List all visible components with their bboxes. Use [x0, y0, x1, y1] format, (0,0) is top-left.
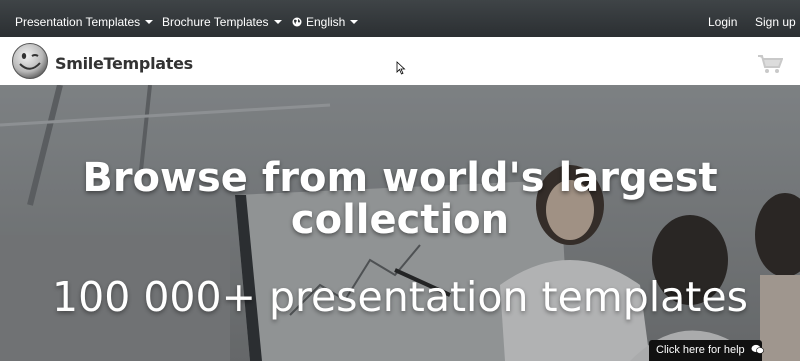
brochure-templates-label: Brochure Templates	[162, 15, 269, 29]
top-navbar: Presentation Templates Brochure Template…	[0, 0, 800, 37]
mouse-cursor-icon	[396, 61, 406, 75]
globe-icon	[292, 17, 302, 27]
hero-subtitle: 100 000+ presentation templates	[52, 273, 748, 321]
language-dropdown[interactable]: English	[292, 0, 359, 37]
presentation-templates-dropdown[interactable]: Presentation Templates	[15, 0, 154, 37]
signup-link[interactable]: Sign up	[755, 0, 796, 37]
cart-icon[interactable]	[757, 54, 783, 74]
signup-label: Sign up	[755, 15, 796, 29]
presentation-templates-label: Presentation Templates	[15, 15, 141, 29]
smiley-logo-icon	[12, 43, 48, 79]
help-chat-button[interactable]: Click here for help	[649, 340, 764, 361]
login-link[interactable]: Login	[708, 0, 737, 37]
brochure-templates-dropdown[interactable]: Brochure Templates	[162, 0, 282, 37]
login-label: Login	[708, 15, 738, 29]
header-bar: SmileTemplates	[0, 37, 800, 85]
brand-logo-link[interactable]: SmileTemplates	[11, 42, 193, 80]
help-label: Click here for help	[656, 344, 745, 356]
chat-icon	[751, 344, 764, 354]
caret-down-icon	[145, 20, 154, 24]
hero-title: Browse from world's largest collection	[82, 155, 718, 243]
brand-name: SmileTemplates	[55, 54, 193, 73]
hero-banner: Browse from world's largest collection 1…	[0, 85, 800, 361]
caret-down-icon	[350, 20, 359, 24]
language-label: English	[306, 15, 346, 29]
caret-down-icon	[273, 20, 282, 24]
